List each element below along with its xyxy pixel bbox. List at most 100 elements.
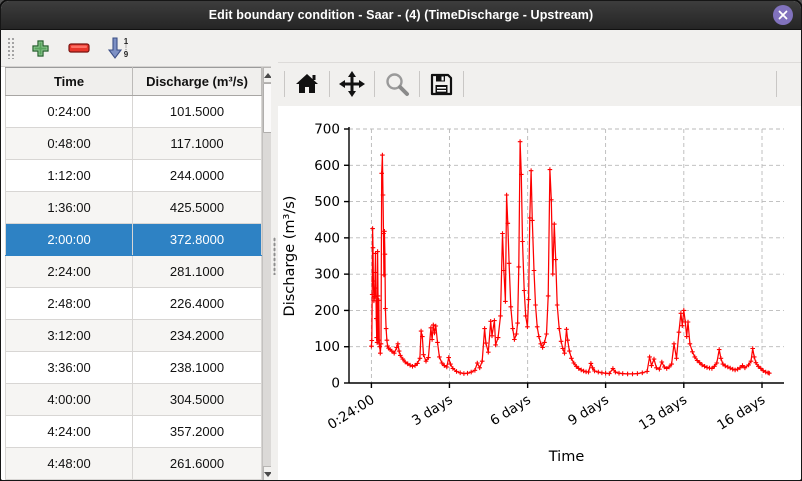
panel-splitter[interactable]	[271, 30, 278, 481]
time-cell[interactable]: 2:00:00	[6, 224, 133, 256]
time-cell[interactable]: 1:12:00	[6, 160, 133, 192]
toolbar-separator	[776, 71, 777, 97]
time-discharge-table: Time Discharge (m³/s) 0:24:00101.50000:4…	[5, 67, 262, 481]
discharge-cell[interactable]: 357.2000	[133, 416, 262, 448]
discharge-cell[interactable]: 234.2000	[133, 320, 262, 352]
time-cell[interactable]: 4:00:00	[6, 384, 133, 416]
svg-text:100: 100	[314, 339, 340, 355]
svg-text:400: 400	[314, 230, 340, 246]
zoom-button[interactable]	[381, 68, 413, 100]
time-cell[interactable]: 0:24:00	[6, 96, 133, 128]
time-cell[interactable]: 4:24:00	[6, 416, 133, 448]
scrollbar-thumb[interactable]	[263, 83, 271, 133]
table-toolbar: 1 ⋮ 9	[1, 30, 271, 67]
table-row[interactable]: 3:12:00234.2000	[6, 320, 262, 352]
discharge-cell[interactable]: 425.5000	[133, 192, 262, 224]
chart-panel-top-strip	[278, 30, 801, 63]
save-figure-button[interactable]	[426, 69, 457, 100]
sort-arrow-icon	[108, 37, 122, 59]
sort-rows-button[interactable]: 1 ⋮ 9	[106, 35, 131, 61]
home-reset-view-button[interactable]	[291, 69, 323, 99]
floppy-save-icon	[429, 72, 454, 97]
table-row[interactable]: 4:24:00357.2000	[6, 416, 262, 448]
toolbar-separator	[419, 71, 420, 97]
scroll-down-button[interactable]	[263, 466, 271, 481]
edit-boundary-condition-window: Edit boundary condition - Saar - (4) (Ti…	[0, 0, 802, 481]
time-cell[interactable]: 1:36:00	[6, 192, 133, 224]
svg-text:Time: Time	[548, 449, 585, 465]
scroll-up-button[interactable]	[263, 67, 271, 83]
splitter-grip-icon	[273, 237, 276, 275]
table-row[interactable]: 2:48:00226.4000	[6, 288, 262, 320]
close-icon	[778, 10, 788, 20]
discharge-time-chart[interactable]: 0 100 200 300 400 500 600 700 0:24:00 3 days 6 day…	[278, 106, 802, 477]
svg-text:600: 600	[314, 158, 340, 174]
sort-digits: 1 ⋮ 9	[123, 38, 129, 59]
svg-text:0:24:00: 0:24:00	[325, 392, 378, 433]
svg-text:16 days: 16 days	[714, 392, 768, 434]
home-icon	[294, 72, 320, 96]
table-row[interactable]: 1:12:00244.0000	[6, 160, 262, 192]
time-cell[interactable]: 2:48:00	[6, 288, 133, 320]
magnifier-icon	[384, 71, 410, 97]
table-scrollbar[interactable]	[262, 67, 271, 481]
discharge-cell[interactable]: 372.8000	[133, 224, 262, 256]
discharge-cell[interactable]: 304.5000	[133, 384, 262, 416]
table-row[interactable]: 0:24:00101.5000	[6, 96, 262, 128]
toolbar-drag-handle[interactable]	[7, 37, 15, 59]
discharge-cell[interactable]: 101.5000	[133, 96, 262, 128]
discharge-column-header[interactable]: Discharge (m³/s)	[133, 68, 262, 96]
time-cell[interactable]: 3:36:00	[6, 352, 133, 384]
move-icon	[339, 71, 365, 97]
toolbar-separator	[284, 71, 285, 97]
time-cell[interactable]: 3:12:00	[6, 320, 133, 352]
time-cell[interactable]: 4:48:00	[6, 448, 133, 480]
close-button[interactable]	[773, 5, 793, 25]
discharge-cell[interactable]: 238.1000	[133, 352, 262, 384]
time-cell[interactable]: 2:24:00	[6, 256, 133, 288]
table-row[interactable]: 4:48:00261.6000	[6, 448, 262, 480]
table-header-row: Time Discharge (m³/s)	[6, 68, 262, 96]
triangle-down-icon	[264, 472, 271, 477]
table-row[interactable]: 0:48:00117.1000	[6, 128, 262, 160]
svg-text:700: 700	[314, 122, 340, 138]
svg-text:6 days: 6 days	[487, 392, 533, 429]
svg-text:300: 300	[314, 267, 340, 283]
table-panel: 1 ⋮ 9 Time Discharge (m³/s) 0:24:00101.5…	[1, 30, 271, 481]
table-row[interactable]: 1:36:00425.5000	[6, 192, 262, 224]
table-row[interactable]: 2:24:00281.1000	[6, 256, 262, 288]
triangle-up-icon	[264, 73, 271, 78]
figure-canvas: 0 100 200 300 400 500 600 700 0:24:00 3 days 6 day…	[278, 106, 801, 481]
svg-text:9 days: 9 days	[565, 392, 611, 429]
pan-button[interactable]	[336, 68, 368, 100]
remove-row-button[interactable]	[66, 40, 92, 56]
toolbar-separator	[329, 71, 330, 97]
table-row[interactable]: 2:00:00372.8000	[6, 224, 262, 256]
chart-toolbar	[278, 63, 801, 106]
svg-text:200: 200	[314, 303, 340, 319]
chart-panel: 0 100 200 300 400 500 600 700 0:24:00 3 days 6 day…	[278, 30, 801, 481]
svg-text:500: 500	[314, 194, 340, 210]
time-column-header[interactable]: Time	[6, 68, 133, 96]
add-row-button[interactable]	[29, 37, 52, 60]
discharge-cell[interactable]: 117.1000	[133, 128, 262, 160]
time-cell[interactable]: 0:48:00	[6, 128, 133, 160]
discharge-cell[interactable]: 226.4000	[133, 288, 262, 320]
svg-text:0: 0	[331, 376, 340, 392]
toolbar-separator	[463, 71, 464, 97]
discharge-cell[interactable]: 281.1000	[133, 256, 262, 288]
minus-icon	[68, 42, 90, 54]
discharge-cell[interactable]: 261.6000	[133, 448, 262, 480]
window-title: Edit boundary condition - Saar - (4) (Ti…	[209, 8, 594, 22]
svg-text:13 days: 13 days	[636, 392, 690, 434]
title-bar[interactable]: Edit boundary condition - Saar - (4) (Ti…	[1, 1, 801, 30]
toolbar-separator	[374, 71, 375, 97]
table-area: Time Discharge (m³/s) 0:24:00101.50000:4…	[1, 67, 271, 481]
discharge-cell[interactable]: 244.0000	[133, 160, 262, 192]
svg-text:3 days: 3 days	[409, 392, 455, 429]
table-row[interactable]: 3:36:00238.1000	[6, 352, 262, 384]
scrollbar-track[interactable]	[263, 83, 271, 466]
svg-text:Discharge (m³/s): Discharge (m³/s)	[282, 196, 298, 317]
table-row[interactable]: 4:00:00304.5000	[6, 384, 262, 416]
plus-icon	[31, 39, 50, 58]
